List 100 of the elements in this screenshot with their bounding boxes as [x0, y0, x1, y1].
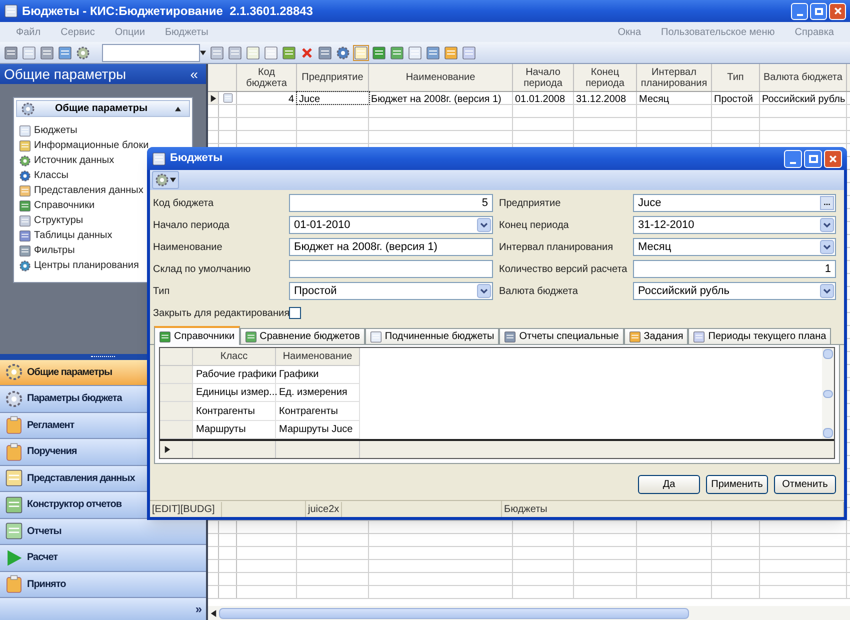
nav-button[interactable]: Расчет: [0, 545, 206, 572]
nav-button[interactable]: Принято: [0, 572, 206, 598]
field-label: Тип: [153, 284, 171, 298]
table-icon: [159, 330, 171, 342]
window-icon: [58, 46, 72, 60]
new-row-icon: [164, 446, 171, 453]
gear-icon: [19, 260, 31, 272]
column-header[interactable]: Конец периода: [574, 64, 637, 91]
column-header[interactable]: Наименование: [276, 348, 360, 366]
sidebar-item[interactable]: Классы: [19, 168, 190, 183]
sidebar-item[interactable]: Бюджеты: [19, 123, 190, 138]
window-title: Бюджеты - КИС:Бюджетирование 2.1.3601.28843: [22, 3, 313, 20]
input-field[interactable]: 5: [289, 194, 493, 212]
column-header[interactable]: Код бюджета: [237, 64, 297, 91]
table-icon: [426, 46, 440, 60]
window-icon: [152, 152, 166, 166]
sidebar-item[interactable]: Информационные блоки: [19, 138, 190, 153]
minimize-button[interactable]: [784, 150, 802, 168]
input-field[interactable]: [289, 260, 493, 278]
table-cell: Российский рубль: [760, 92, 847, 104]
column-header[interactable]: Валюта бюджета: [760, 64, 847, 91]
close-button[interactable]: [829, 2, 846, 20]
column-header[interactable]: Класс: [193, 348, 276, 366]
table-cell: Контрагенты: [276, 402, 360, 421]
tab[interactable]: Задания: [624, 328, 688, 344]
gear-icon: [5, 363, 23, 382]
input-field[interactable]: 1: [633, 260, 836, 278]
dialog-button[interactable]: Отменить: [774, 475, 836, 494]
horizontal-scrollbar[interactable]: [208, 606, 850, 620]
restore-button[interactable]: [810, 2, 827, 20]
field-label: Количество версий расчета: [499, 262, 628, 276]
tab[interactable]: Подчиненные бюджеты: [364, 328, 500, 344]
column-header[interactable]: Начало периода: [513, 64, 574, 91]
browse-button[interactable]: ...: [820, 196, 834, 210]
tab[interactable]: Справочники: [154, 326, 240, 345]
combo-box[interactable]: Месяц: [633, 238, 836, 256]
more-button[interactable]: »: [195, 600, 202, 618]
document-icon: [19, 214, 31, 226]
copy-icon: [370, 330, 382, 342]
clipboard-icon: [5, 416, 23, 434]
vertical-scrollbar[interactable]: [822, 348, 834, 439]
nav-button[interactable]: Отчеты: [0, 518, 206, 545]
new-document-icon: [246, 46, 260, 60]
table-icon: [19, 140, 31, 152]
collapse-button[interactable]: «: [190, 67, 198, 81]
play-icon: [5, 548, 23, 567]
actions-dropdown-button[interactable]: [152, 171, 179, 189]
table-icon: [504, 330, 516, 342]
tab[interactable]: Отчеты специальные: [499, 328, 624, 344]
search-field[interactable]: [102, 44, 200, 62]
dialog-button[interactable]: Применить: [706, 475, 768, 494]
table-cell: Простой: [712, 92, 760, 104]
close-button[interactable]: [824, 150, 842, 168]
table-cell: 01.01.2008: [513, 92, 574, 104]
table-cell: Единицы измер...: [193, 384, 276, 402]
checkbox[interactable]: [289, 307, 301, 319]
column-header[interactable]: Предприятие: [297, 64, 369, 91]
maximize-button[interactable]: [804, 150, 822, 168]
sidebar-item[interactable]: Представления данных: [19, 183, 190, 198]
app-icon: [4, 4, 18, 18]
preview-icon: [22, 46, 36, 60]
input-field[interactable]: Бюджет на 2008г. (версия 1): [289, 238, 493, 256]
table-cell: Месяц: [637, 92, 712, 104]
tab[interactable]: Периоды текущего плана: [688, 328, 832, 344]
column-header[interactable]: Наименование: [369, 64, 513, 91]
close-icon: [828, 154, 838, 164]
column-header[interactable]: Тип: [712, 64, 760, 91]
dialog-title: Бюджеты: [170, 151, 223, 166]
table-cell: Графики: [276, 366, 360, 384]
field-label: Код бюджета: [153, 196, 215, 210]
panel-title: Общие параметры: [4, 64, 126, 84]
status-text: Бюджеты: [502, 502, 844, 516]
document-icon: [222, 93, 232, 103]
combo-box[interactable]: 01-01-2010: [289, 216, 493, 234]
minimize-button[interactable]: [791, 2, 808, 20]
table-icon: [19, 200, 31, 212]
collapse-arrow-icon: [175, 106, 181, 112]
status-text: [EDIT][BUDG]: [150, 502, 222, 516]
lookup-field[interactable]: Juce ...: [633, 194, 836, 212]
field-value: Российский рубль: [637, 284, 730, 299]
dialog-button[interactable]: Да: [638, 475, 700, 494]
combo-box[interactable]: Российский рубль: [633, 282, 836, 300]
combo-box[interactable]: 31-12-2010: [633, 216, 836, 234]
field-value: 31-12-2010: [637, 218, 696, 233]
row-header[interactable]: [208, 92, 219, 104]
column-header[interactable]: Интервал планирования: [637, 64, 712, 91]
tab[interactable]: Сравнение бюджетов: [240, 328, 365, 344]
combo-box[interactable]: Простой: [289, 282, 493, 300]
dropdown-arrow-icon: [200, 50, 206, 56]
table-icon: [5, 469, 23, 488]
table-cell: 4: [237, 92, 297, 104]
copy-icon: [264, 46, 278, 60]
scrollbar-thumb[interactable]: [219, 608, 689, 618]
gear-icon: [19, 170, 31, 182]
field-value: 5: [480, 196, 489, 211]
copy-icon: [408, 46, 422, 60]
table-cell: 31.12.2008: [574, 92, 637, 104]
field-label: Интервал планирования: [499, 240, 614, 254]
table-cell: Бюджет на 2008г. (версия 1): [369, 92, 513, 104]
field-value: Juce: [637, 196, 662, 211]
